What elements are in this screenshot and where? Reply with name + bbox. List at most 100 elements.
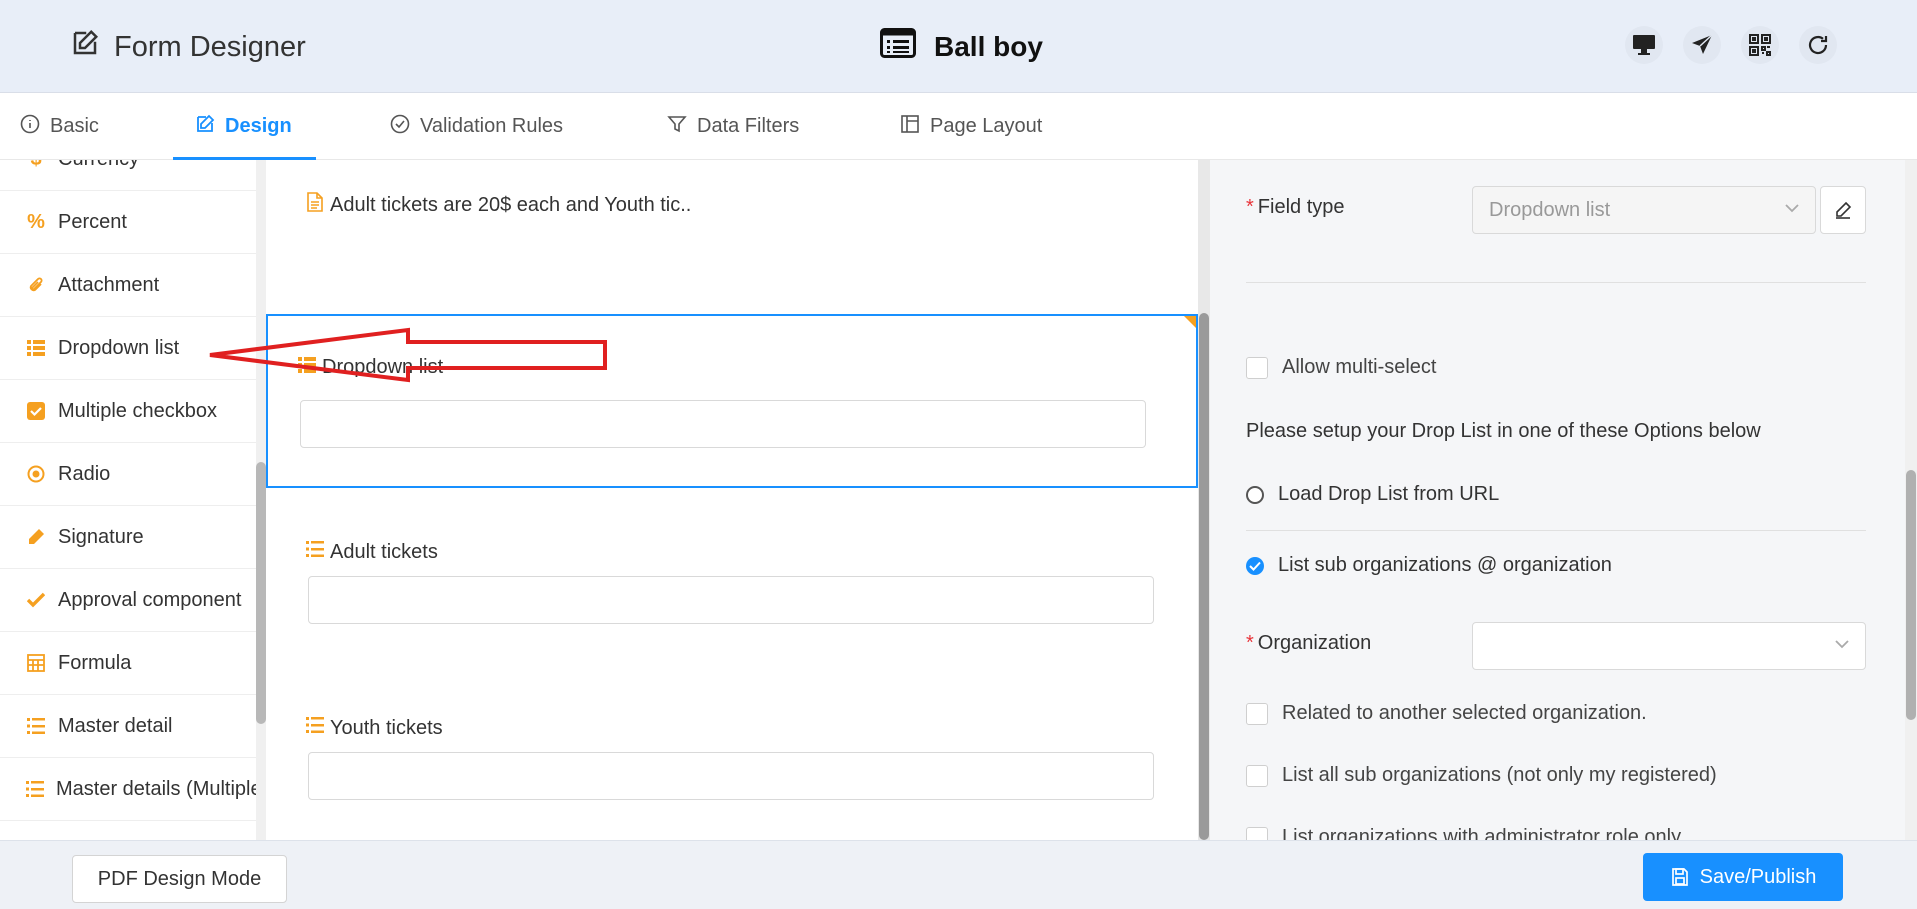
allow-multi-select-row[interactable]: Allow multi-select (1246, 356, 1436, 379)
related-organization-label: Related to another selected organization… (1282, 702, 1647, 724)
tab-data-filters[interactable]: Data Filters (667, 93, 799, 160)
list-sub-organizations-radio[interactable] (1246, 556, 1264, 575)
palette-item-label: Signature (58, 525, 144, 548)
tab-design-label: Design (225, 115, 292, 137)
option-list-sub-organizations[interactable]: List sub organizations @ organization (1246, 554, 1612, 577)
list-icon (26, 338, 46, 358)
note-field[interactable]: Adult tickets are 20$ each and Youth tic… (306, 192, 691, 218)
organization-label-text: Organization (1257, 632, 1372, 654)
document-title-text: Ball boy (934, 30, 1043, 62)
palette-item-attachment[interactable]: Attachment (0, 254, 256, 317)
allow-multi-select-label: Allow multi-select (1282, 356, 1437, 378)
organization-label: * Organization (1246, 632, 1371, 655)
ordered-list-icon (306, 716, 324, 740)
tab-design[interactable]: Design (173, 93, 316, 160)
palette-item-label: Approval component (58, 588, 242, 611)
info-icon (20, 114, 40, 140)
form-canvas: Adult tickets are 20$ each and Youth tic… (266, 160, 1198, 840)
edit-field-type-button[interactable] (1820, 186, 1866, 234)
checkbox-icon (26, 401, 46, 421)
palette-item-master-details-multiple[interactable]: Master details (Multiple) (0, 758, 256, 821)
dollar-icon: $ (26, 160, 46, 170)
save-publish-label: Save/Publish (1699, 865, 1817, 888)
admin-role-only-label: List organizations with administrator ro… (1282, 826, 1682, 840)
allow-multi-select-checkbox[interactable] (1246, 356, 1268, 379)
edit-form-icon (70, 28, 100, 66)
tab-page-layout[interactable]: Page Layout (900, 93, 1042, 160)
divider (1246, 282, 1866, 283)
edit-icon (195, 114, 215, 140)
canvas-scrollbar-thumb[interactable] (1199, 313, 1209, 840)
reload-icon[interactable] (1799, 26, 1837, 64)
palette-item-label: Master detail (58, 714, 173, 737)
list-all-sub-organizations-row[interactable]: List all sub organizations (not only my … (1246, 764, 1717, 787)
note-text: Adult tickets are 20$ each and Youth tic… (330, 193, 692, 216)
tab-page-layout-label: Page Layout (930, 115, 1043, 137)
save-publish-button[interactable]: Save/Publish (1643, 853, 1843, 901)
palette-item-currency[interactable]: $ Currency (0, 160, 256, 191)
app-header: Form Designer Ball boy (0, 0, 1917, 93)
desktop-icon[interactable] (1625, 26, 1663, 64)
field-label: Adult tickets (306, 540, 438, 564)
admin-role-only-row[interactable]: List organizations with administrator ro… (1246, 826, 1681, 840)
properties-panel: * Field type Dropdown list Allow multi-s… (1210, 160, 1905, 840)
pencil-icon (1836, 201, 1852, 219)
tab-basic-label: Basic (50, 115, 99, 137)
related-organization-checkbox[interactable] (1246, 702, 1268, 725)
radio-icon (26, 464, 46, 484)
palette-item-dropdown-list[interactable]: Dropdown list (0, 317, 256, 380)
required-marker: * (1246, 196, 1254, 218)
palette-item-master-detail[interactable]: Master detail (0, 695, 256, 758)
palette-item-label: Master details (Multiple) (56, 777, 256, 800)
adult-tickets-input[interactable] (308, 576, 1154, 624)
palette-item-approval-component[interactable]: Approval component (0, 569, 256, 632)
palette-item-label: Multiple checkbox (58, 399, 217, 422)
list-all-sub-organizations-checkbox[interactable] (1246, 764, 1268, 787)
save-icon (1671, 868, 1688, 886)
palette-item-radio[interactable]: Radio (0, 443, 256, 506)
organization-select[interactable] (1472, 622, 1866, 670)
tab-validation-rules[interactable]: Validation Rules (390, 93, 563, 160)
send-icon[interactable] (1683, 26, 1721, 64)
youth-tickets-input[interactable] (308, 752, 1154, 800)
tab-validation-rules-label: Validation Rules (420, 115, 564, 137)
palette-scrollbar-thumb[interactable] (256, 462, 266, 724)
field-type-label: * Field type (1246, 196, 1345, 219)
pdf-design-mode-button[interactable]: PDF Design Mode (72, 855, 287, 903)
tab-basic[interactable]: Basic (20, 93, 99, 160)
ordered-list-icon (306, 540, 324, 564)
palette-item-signature[interactable]: Signature (0, 506, 256, 569)
admin-role-only-checkbox[interactable] (1246, 826, 1268, 840)
canvas-field-adult-tickets[interactable]: Adult tickets (266, 540, 1198, 660)
qrcode-icon[interactable] (1741, 26, 1779, 64)
setup-instructions: Please setup your Drop List in one of th… (1246, 420, 1761, 442)
palette-item-percent[interactable]: % Percent (0, 191, 256, 254)
list-icon (298, 356, 316, 379)
palette-item-formula[interactable]: Formula (0, 632, 256, 695)
document-icon (306, 192, 324, 218)
palette-item-multiple-checkbox[interactable]: Multiple checkbox (0, 380, 256, 443)
pencil-icon (26, 527, 46, 547)
canvas-field-youth-tickets[interactable]: Youth tickets (266, 716, 1198, 836)
field-type-select[interactable]: Dropdown list (1472, 186, 1816, 234)
field-label: Youth tickets (306, 716, 443, 740)
field-label-text: Youth tickets (330, 716, 443, 739)
field-label-text: Adult tickets (330, 540, 438, 563)
chevron-down-icon (1785, 204, 1799, 213)
footer-bar: PDF Design Mode Save/Publish (0, 840, 1917, 909)
document-title: Ball boy (880, 28, 1043, 65)
layout-icon (900, 114, 920, 140)
option-load-from-url[interactable]: Load Drop List from URL (1246, 483, 1499, 506)
palette-item-label: Percent (58, 210, 127, 233)
chevron-down-icon (1835, 640, 1849, 649)
related-organization-row[interactable]: Related to another selected organization… (1246, 702, 1647, 725)
dropdown-list-input[interactable] (300, 400, 1146, 448)
canvas-field-dropdown-list[interactable]: Dropdown list (266, 314, 1198, 488)
load-from-url-radio[interactable] (1246, 485, 1264, 504)
designer-tabs: Basic Design Validation Rules Data Filte… (0, 93, 1917, 160)
properties-scrollbar-thumb[interactable] (1906, 470, 1916, 720)
percent-icon: % (27, 210, 45, 233)
palette-item-label: Formula (58, 651, 132, 674)
header-actions (1625, 26, 1837, 64)
checkmark-icon (26, 590, 46, 610)
